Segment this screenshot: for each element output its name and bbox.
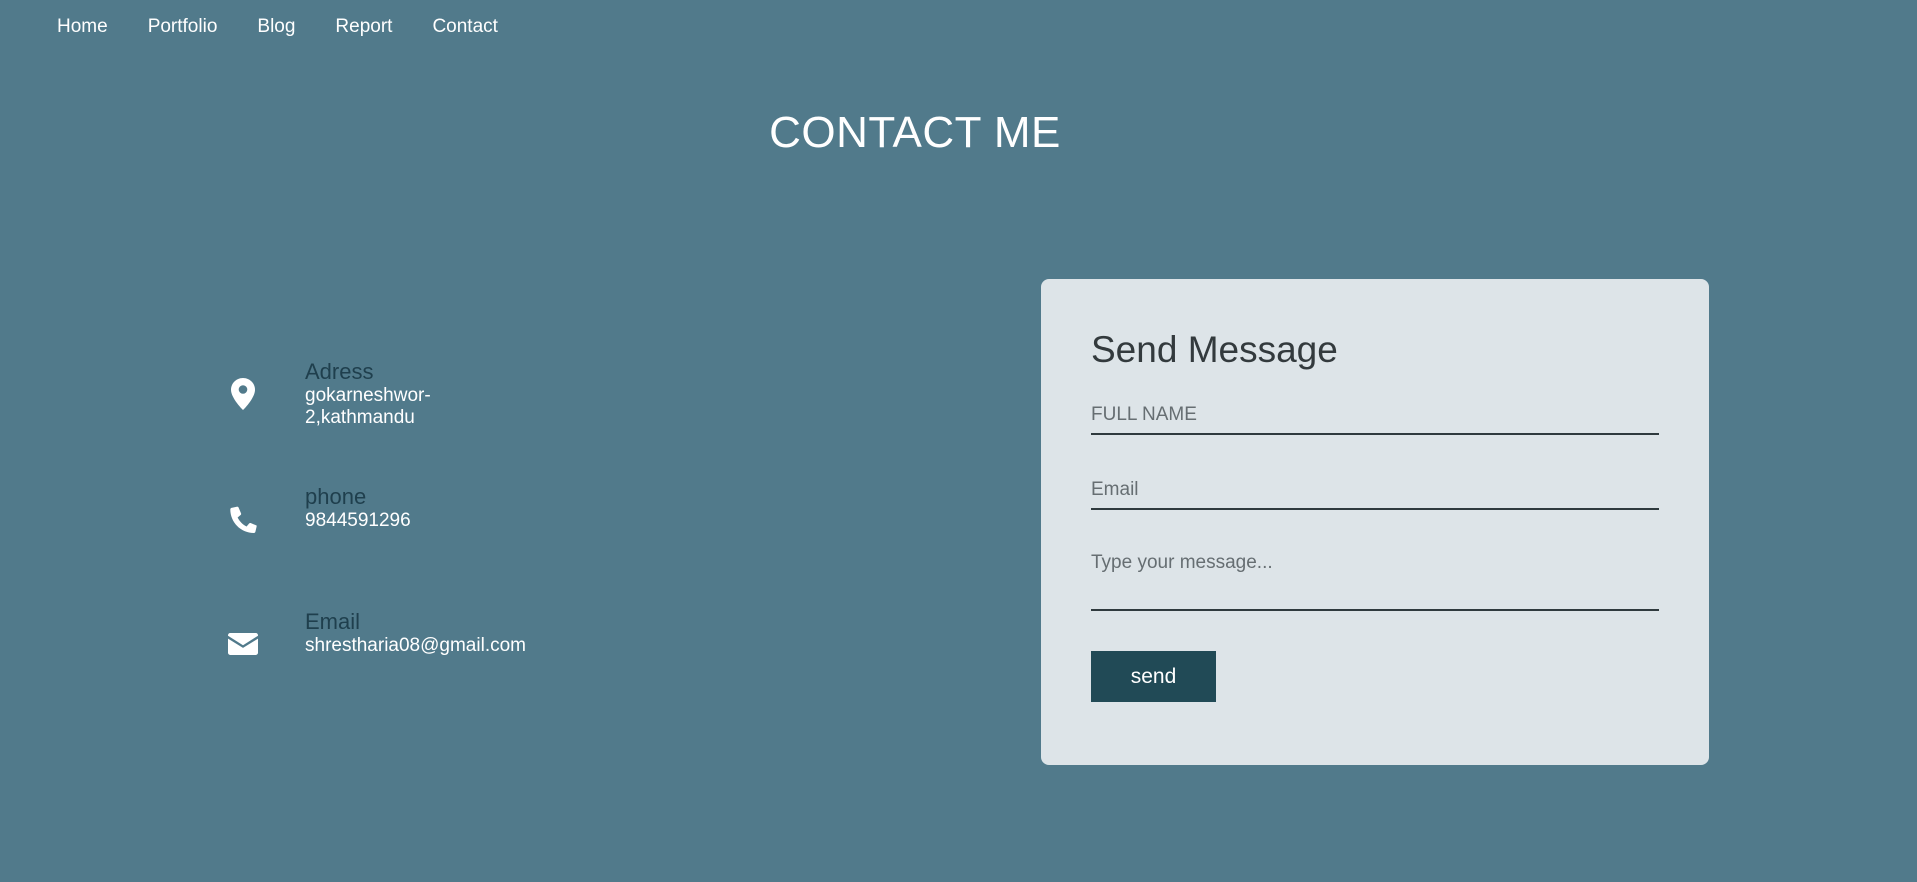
- phone-value: 9844591296: [305, 510, 411, 531]
- nav-blog-link[interactable]: Blog: [257, 16, 295, 38]
- contact-page: Home Portfolio Blog Report Contact CONTA…: [0, 0, 1917, 882]
- nav-home-link[interactable]: Home: [57, 16, 108, 38]
- nav-portfolio-link[interactable]: Portfolio: [148, 16, 218, 38]
- nav-report-link[interactable]: Report: [335, 16, 392, 38]
- address-text: Adress gokarneshwor-2,kathmandu: [305, 359, 431, 429]
- phone-text: phone 9844591296: [305, 484, 411, 532]
- send-button[interactable]: send: [1091, 651, 1216, 702]
- email-input[interactable]: [1091, 477, 1659, 510]
- phone-label: phone: [305, 484, 367, 509]
- map-marker-icon: [226, 377, 260, 411]
- page-title: CONTACT ME: [769, 108, 1061, 157]
- message-textarea[interactable]: [1091, 552, 1659, 611]
- address-value: gokarneshwor-2,kathmandu: [305, 385, 431, 428]
- form-title: Send Message: [1091, 329, 1338, 370]
- address-label: Adress: [305, 359, 374, 384]
- email-value: shrestharia08@gmail.com: [305, 635, 526, 656]
- email-label: Email: [305, 609, 361, 634]
- email-text: Email shrestharia08@gmail.com: [305, 609, 526, 657]
- envelope-icon: [226, 627, 260, 661]
- top-nav: Home Portfolio Blog Report Contact: [0, 0, 538, 54]
- full-name-input[interactable]: [1091, 402, 1659, 435]
- send-message-form: Send Message send: [1041, 279, 1709, 765]
- nav-contact-link[interactable]: Contact: [432, 16, 497, 38]
- phone-icon: [226, 502, 260, 536]
